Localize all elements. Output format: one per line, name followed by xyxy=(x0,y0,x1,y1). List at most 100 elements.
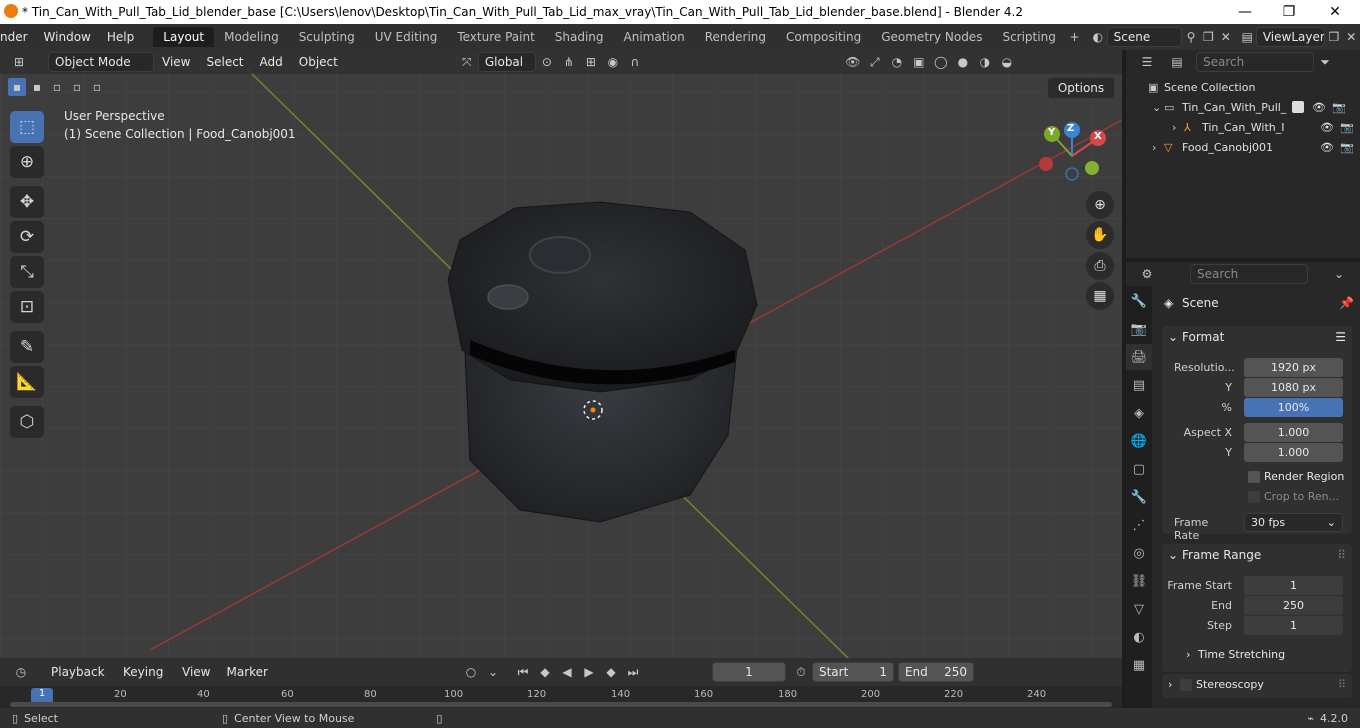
move-tool-icon[interactable]: ✥ xyxy=(10,186,44,218)
play-reverse-icon[interactable]: ◀ xyxy=(556,662,578,682)
play-icon[interactable]: ▶ xyxy=(578,662,600,682)
render-tab-icon[interactable]: 📷 xyxy=(1126,316,1152,342)
outliner-item-mesh[interactable]: › ▽ Food_Canobj001 👁 📷 xyxy=(1126,137,1360,157)
add-cube-tool-icon[interactable]: ⬡ xyxy=(10,406,44,438)
proportional-editing-icon[interactable]: ◉ xyxy=(602,52,624,72)
prev-keyframe-icon[interactable]: ◆ xyxy=(534,662,556,682)
collapse-chevron-icon[interactable]: ⌄ xyxy=(1168,330,1182,344)
frame-end-field[interactable]: 250 xyxy=(1244,596,1343,615)
properties-editor-icon[interactable]: ⚙ xyxy=(1136,264,1158,284)
render-region-toggle[interactable]: Render Region xyxy=(1248,470,1344,483)
material-tab-icon[interactable]: ◐ xyxy=(1126,624,1152,650)
aspect-y-field[interactable]: 1.000 xyxy=(1244,443,1343,462)
viewport-menu-object[interactable]: Object xyxy=(291,55,346,69)
resolution-x-field[interactable]: 1920 px xyxy=(1244,358,1343,377)
timeline-view-menu[interactable]: View xyxy=(174,665,218,679)
outliner-search[interactable]: Search xyxy=(1196,52,1314,72)
constraints-tab-icon[interactable]: ⛓ xyxy=(1126,568,1152,594)
expand-chevron-icon[interactable]: ⌄ xyxy=(1152,101,1164,114)
jump-start-icon[interactable]: ⏮ xyxy=(512,662,534,682)
solid-shading-icon[interactable]: ● xyxy=(952,52,974,72)
cursor-tool-icon[interactable]: ⊕ xyxy=(10,146,44,178)
transform-tool-icon[interactable]: ⊡ xyxy=(10,291,44,323)
snap-icon[interactable]: ⋔ xyxy=(558,52,580,72)
playback-menu[interactable]: Playback xyxy=(44,662,112,682)
start-frame-field[interactable]: Start 1 xyxy=(811,662,894,682)
scene-name-field[interactable]: Scene xyxy=(1106,27,1183,47)
menu-render[interactable]: nder xyxy=(0,30,36,44)
display-mode-icon[interactable]: ▤ xyxy=(1166,52,1188,72)
editor-type-icon[interactable]: ⊞ xyxy=(8,52,30,72)
add-workspace-icon[interactable]: + xyxy=(1066,27,1083,47)
current-frame-field[interactable]: 1 xyxy=(711,662,786,682)
gizmo-toggle-icon[interactable]: ⤢ xyxy=(864,52,886,72)
mode-selector[interactable]: Object Mode xyxy=(48,52,154,72)
tab-modeling[interactable]: Modeling xyxy=(214,27,289,47)
properties-options-icon[interactable]: ⌄ xyxy=(1328,264,1350,284)
frame-step-field[interactable]: 1 xyxy=(1244,616,1343,635)
options-button[interactable]: Options xyxy=(1047,77,1115,99)
view-layer-icon[interactable]: ▤ xyxy=(1238,27,1255,47)
render-region-checkbox[interactable] xyxy=(1248,470,1260,483)
xray-icon[interactable]: ▣ xyxy=(908,52,930,72)
keying-menu[interactable]: Keying xyxy=(116,662,174,682)
tab-geometry-nodes[interactable]: Geometry Nodes xyxy=(871,27,992,47)
scene-selector-icon[interactable]: ◐ xyxy=(1089,27,1106,47)
time-stretching-subpanel[interactable]: › Time Stretching xyxy=(1186,648,1285,661)
tab-rendering[interactable]: Rendering xyxy=(695,27,776,47)
select-new-icon[interactable]: ▪ xyxy=(8,78,26,96)
menu-window[interactable]: Window xyxy=(36,30,99,44)
timeline-ruler[interactable]: 1 20 40 60 80 100 120 140 160 180 200 22… xyxy=(0,686,1122,708)
presets-list-icon[interactable]: ☰ xyxy=(1335,330,1346,344)
stereoscopy-header[interactable]: › Stereoscopy ⠿ xyxy=(1168,678,1346,691)
tab-animation[interactable]: Animation xyxy=(614,27,695,47)
outliner-root[interactable]: ▣ Scene Collection xyxy=(1126,77,1360,97)
viewport-canvas[interactable] xyxy=(0,50,1122,658)
tab-shading[interactable]: Shading xyxy=(545,27,614,47)
properties-search[interactable]: Search xyxy=(1190,264,1308,284)
camera-view-icon[interactable]: ⎙ xyxy=(1086,252,1114,280)
tab-sculpting[interactable]: Sculpting xyxy=(289,27,365,47)
stereoscopy-panel[interactable]: › Stereoscopy ⠿ xyxy=(1162,674,1352,698)
collapse-chevron-icon[interactable]: ⌄ xyxy=(1168,548,1182,562)
minimize-button[interactable]: — xyxy=(1222,0,1268,24)
menu-help[interactable]: Help xyxy=(99,30,142,44)
data-tab-icon[interactable]: ▽ xyxy=(1126,596,1152,622)
frame-start-field[interactable]: 1 xyxy=(1244,576,1343,595)
drag-handle-icon[interactable]: ⠿ xyxy=(1337,548,1346,562)
camera-icon[interactable]: 📷 xyxy=(1332,101,1346,114)
visibility-icon[interactable]: 👁 xyxy=(842,52,864,72)
tool-tab-icon[interactable]: 🔧 xyxy=(1126,288,1152,314)
end-frame-field[interactable]: End 250 xyxy=(897,662,974,682)
timeline-editor-icon[interactable]: ◷ xyxy=(10,662,32,682)
falloff-icon[interactable]: ∩ xyxy=(624,52,646,72)
jump-end-icon[interactable]: ⏭ xyxy=(622,662,644,682)
select-extend-icon[interactable]: ▪ xyxy=(28,78,46,96)
tab-uv-editing[interactable]: UV Editing xyxy=(365,27,448,47)
resolution-percent-field[interactable]: 100% xyxy=(1244,398,1343,417)
format-panel-header[interactable]: ⌄ Format ☰ xyxy=(1168,330,1346,344)
particles-tab-icon[interactable]: ⋰ xyxy=(1126,512,1152,538)
select-box-tool-icon[interactable]: ⬚ xyxy=(10,111,44,143)
perspective-grid-icon[interactable]: ▦ xyxy=(1086,282,1114,310)
expand-chevron-icon[interactable]: › xyxy=(1186,648,1198,661)
texture-tab-icon[interactable]: ▦ xyxy=(1126,652,1152,678)
annotate-tool-icon[interactable]: ✎ xyxy=(10,331,44,363)
eye-icon[interactable]: 👁 xyxy=(1320,141,1334,154)
rotate-tool-icon[interactable]: ⟳ xyxy=(10,221,44,253)
material-shading-icon[interactable]: ◑ xyxy=(974,52,996,72)
wireframe-shading-icon[interactable]: ◯ xyxy=(930,52,952,72)
expand-chevron-icon[interactable]: › xyxy=(1172,121,1184,134)
new-view-layer-icon[interactable]: ❐ xyxy=(1325,27,1342,47)
timeline-marker-menu[interactable]: Marker xyxy=(218,665,275,679)
viewport-menu-view[interactable]: View xyxy=(154,55,198,69)
aspect-x-field[interactable]: 1.000 xyxy=(1244,423,1343,442)
timeline-scrollbar[interactable] xyxy=(10,702,1112,707)
view-layer-field[interactable]: ViewLayer xyxy=(1255,27,1326,47)
physics-tab-icon[interactable]: ◎ xyxy=(1126,540,1152,566)
outliner-editor-icon[interactable]: ☰ xyxy=(1136,52,1158,72)
frame-rate-dropdown[interactable]: 30 fps ⌄ xyxy=(1244,513,1343,532)
snap-target-icon[interactable]: ⊞ xyxy=(580,52,602,72)
modifier-tab-icon[interactable]: 🔧 xyxy=(1126,484,1152,510)
select-subtract-icon[interactable]: ▫ xyxy=(48,78,66,96)
